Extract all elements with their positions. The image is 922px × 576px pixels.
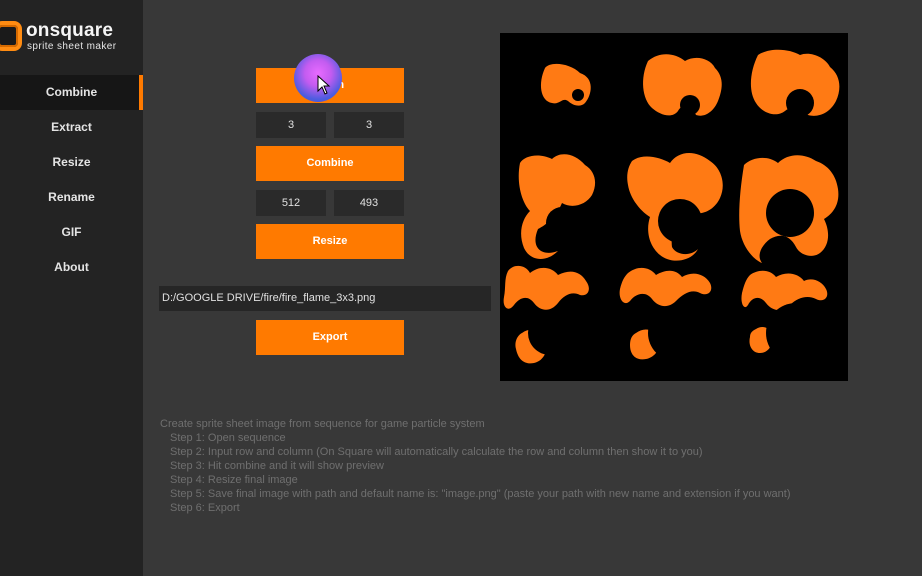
rows-input[interactable]: 3	[256, 112, 326, 138]
app-logo: onsquare sprite sheet maker	[0, 18, 143, 58]
help-step: Step 4: Resize final image	[170, 474, 298, 486]
fire-sprite-image	[503, 49, 840, 364]
app-subtitle: sprite sheet maker	[27, 41, 117, 52]
sidebar-item-resize[interactable]: Resize	[0, 145, 143, 180]
help-text: Create sprite sheet image from sequence …	[160, 417, 791, 515]
width-input[interactable]: 512	[256, 190, 326, 216]
height-input[interactable]: 493	[334, 190, 404, 216]
sidebar: onsquare sprite sheet maker Combine Extr…	[0, 0, 143, 576]
sidebar-item-extract[interactable]: Extract	[0, 110, 143, 145]
mouse-pointer-icon	[317, 75, 331, 95]
sidebar-item-about[interactable]: About	[0, 250, 143, 285]
columns-input[interactable]: 3	[334, 112, 404, 138]
sidebar-item-gif[interactable]: GIF	[0, 215, 143, 250]
app-name: onsquare	[26, 20, 114, 41]
sidebar-nav: Combine Extract Resize Rename GIF About	[0, 75, 143, 285]
help-step: Step 5: Save final image with path and d…	[170, 488, 791, 500]
help-step: Step 3: Hit combine and it will show pre…	[170, 460, 384, 472]
help-step: Step 6: Export	[170, 502, 240, 514]
combine-button[interactable]: Combine	[256, 146, 404, 181]
help-intro: Create sprite sheet image from sequence …	[160, 418, 485, 430]
sidebar-item-combine[interactable]: Combine	[0, 75, 143, 110]
help-step: Step 1: Open sequence	[170, 432, 286, 444]
sidebar-item-rename[interactable]: Rename	[0, 180, 143, 215]
export-button[interactable]: Export	[256, 320, 404, 355]
resize-button[interactable]: Resize	[256, 224, 404, 259]
sprite-sheet-preview	[500, 33, 848, 381]
export-path-input[interactable]: D:/GOOGLE DRIVE/fire/fire_flame_3x3.png	[159, 286, 491, 311]
logo-square-icon	[0, 21, 22, 51]
help-step: Step 2: Input row and column (On Square …	[170, 446, 703, 458]
